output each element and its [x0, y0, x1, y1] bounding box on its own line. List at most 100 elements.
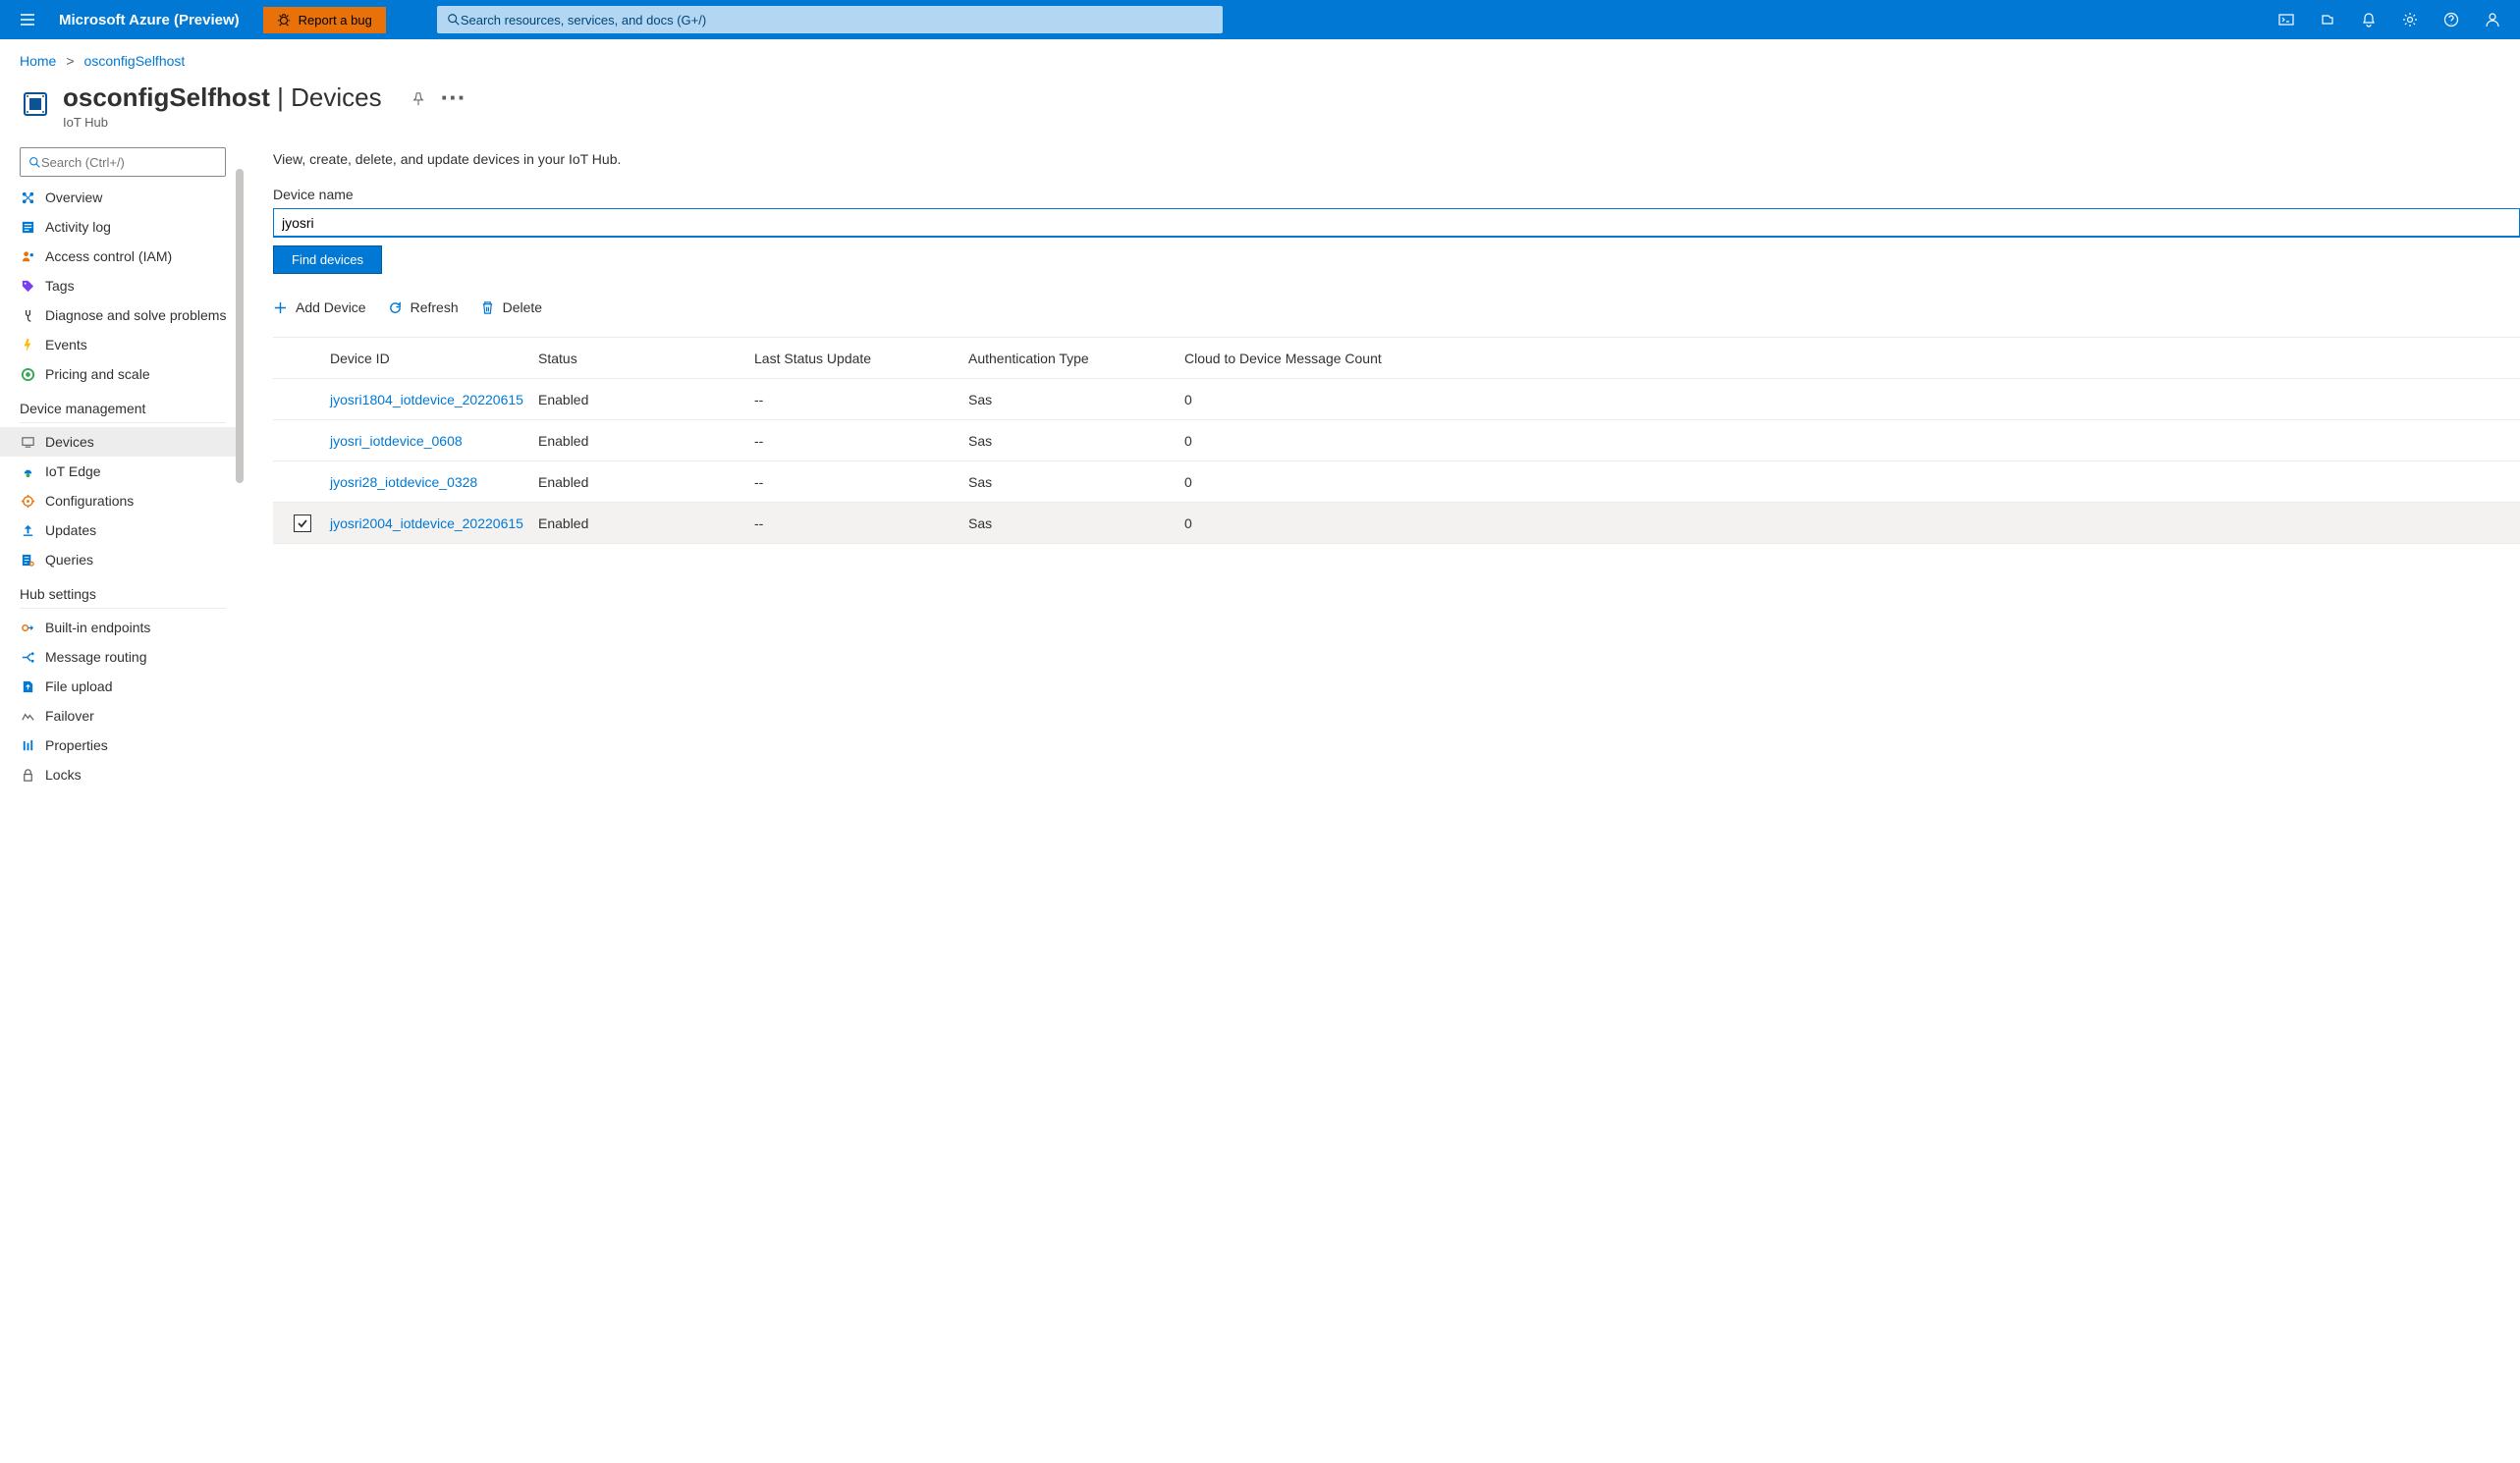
table-row[interactable]: jyosri_iotdevice_0608Enabled--Sas0: [273, 420, 2520, 461]
device-auth-type: Sas: [968, 392, 1184, 407]
sidebar-item-label: IoT Edge: [45, 463, 101, 479]
find-devices-button[interactable]: Find devices: [273, 245, 382, 274]
cloud-shell-icon[interactable]: [2267, 0, 2306, 39]
sidebar-item-pricing[interactable]: Pricing and scale: [20, 359, 244, 389]
col-header-id[interactable]: Device ID: [322, 351, 538, 366]
device-id-link[interactable]: jyosri_iotdevice_0608: [330, 433, 463, 449]
sidebar-item-iot-edge[interactable]: IoT Edge: [20, 457, 244, 486]
pin-icon[interactable]: [411, 82, 425, 113]
overview-icon: [20, 190, 35, 205]
configurations-icon: [20, 493, 35, 509]
endpoints-icon: [20, 620, 35, 635]
col-header-update[interactable]: Last Status Update: [754, 351, 968, 366]
add-device-button[interactable]: Add Device: [273, 299, 366, 315]
device-id-link[interactable]: jyosri2004_iotdevice_20220615: [330, 515, 523, 531]
global-search[interactable]: [437, 6, 1223, 33]
device-c2d-count: 0: [1184, 515, 2520, 531]
sidebar-item-label: Diagnose and solve problems: [45, 307, 226, 323]
queries-icon: [20, 552, 35, 568]
sidebar-item-configurations[interactable]: Configurations: [20, 486, 244, 515]
device-status: Enabled: [538, 474, 754, 490]
file-upload-icon: [20, 678, 35, 694]
sidebar-item-label: Failover: [45, 708, 94, 724]
sidebar-search-input[interactable]: [41, 155, 217, 170]
sidebar-search[interactable]: [20, 147, 226, 177]
breadcrumb-sep: >: [66, 53, 74, 69]
report-bug-label: Report a bug: [299, 13, 372, 27]
device-status: Enabled: [538, 392, 754, 407]
sidebar-item-events[interactable]: Events: [20, 330, 244, 359]
notifications-icon[interactable]: [2349, 0, 2388, 39]
tags-icon: [20, 278, 35, 294]
sidebar-item-tags[interactable]: Tags: [20, 271, 244, 300]
sidebar-item-locks[interactable]: Locks: [20, 760, 244, 789]
layout: « Overview Activity log Access control (…: [0, 137, 2520, 1463]
devices-icon: [20, 434, 35, 450]
refresh-button[interactable]: Refresh: [388, 299, 459, 315]
breadcrumb-resource[interactable]: osconfigSelfhost: [84, 53, 186, 69]
table-row[interactable]: jyosri1804_iotdevice_20220615Enabled--Sa…: [273, 379, 2520, 420]
bug-icon: [277, 13, 291, 27]
settings-icon[interactable]: [2390, 0, 2430, 39]
sidebar-item-failover[interactable]: Failover: [20, 701, 244, 731]
sidebar-item-devices[interactable]: Devices: [0, 427, 244, 457]
sidebar-item-label: Access control (IAM): [45, 248, 172, 264]
scrollbar[interactable]: [236, 169, 244, 483]
activity-log-icon: [20, 219, 35, 235]
hamburger-icon: [20, 12, 35, 27]
sidebar-item-diagnose[interactable]: Diagnose and solve problems: [20, 300, 244, 330]
page-header: osconfigSelfhost | Devices ··· IoT Hub: [0, 82, 2520, 137]
sidebar-item-label: Events: [45, 337, 87, 352]
sidebar-item-label: Activity log: [45, 219, 111, 235]
sidebar-item-label: Locks: [45, 767, 82, 783]
table-header: Device ID Status Last Status Update Auth…: [273, 338, 2520, 379]
title-resource: osconfigSelfhost: [63, 82, 270, 112]
more-icon[interactable]: ···: [441, 82, 466, 113]
brand-label[interactable]: Microsoft Azure (Preview): [59, 12, 251, 28]
col-header-auth[interactable]: Authentication Type: [968, 351, 1184, 366]
device-id-link[interactable]: jyosri28_iotdevice_0328: [330, 474, 477, 490]
device-id-link[interactable]: jyosri1804_iotdevice_20220615: [330, 392, 523, 407]
col-header-c2d[interactable]: Cloud to Device Message Count: [1184, 351, 2520, 366]
sidebar-item-message-routing[interactable]: Message routing: [20, 642, 244, 672]
hamburger-menu[interactable]: [8, 0, 47, 39]
top-bar-icons: [2267, 0, 2512, 39]
sidebar-item-label: File upload: [45, 678, 113, 694]
delete-button[interactable]: Delete: [480, 299, 542, 315]
device-last-update: --: [754, 474, 968, 490]
page-subtitle: IoT Hub: [63, 115, 466, 130]
breadcrumb-home[interactable]: Home: [20, 53, 56, 69]
table-row[interactable]: jyosri28_iotdevice_0328Enabled--Sas0: [273, 461, 2520, 503]
sidebar-item-label: Message routing: [45, 649, 147, 665]
sidebar-item-updates[interactable]: Updates: [20, 515, 244, 545]
device-c2d-count: 0: [1184, 433, 2520, 449]
col-header-status[interactable]: Status: [538, 351, 754, 366]
device-c2d-count: 0: [1184, 392, 2520, 407]
device-name-input[interactable]: [273, 208, 2520, 238]
add-device-label: Add Device: [296, 299, 366, 315]
sidebar-item-queries[interactable]: Queries: [20, 545, 244, 574]
iot-edge-icon: [20, 463, 35, 479]
page-title: osconfigSelfhost | Devices ···: [63, 82, 466, 113]
report-bug-button[interactable]: Report a bug: [263, 7, 386, 33]
refresh-icon: [388, 300, 403, 315]
events-icon: [20, 337, 35, 352]
sidebar-item-properties[interactable]: Properties: [20, 731, 244, 760]
sidebar-item-label: Configurations: [45, 493, 134, 509]
sidebar-item-access-control[interactable]: Access control (IAM): [20, 242, 244, 271]
device-auth-type: Sas: [968, 474, 1184, 490]
sidebar-item-overview[interactable]: Overview: [20, 183, 244, 212]
table-row[interactable]: jyosri2004_iotdevice_20220615Enabled--Sa…: [273, 503, 2520, 544]
row-checkbox[interactable]: [294, 515, 311, 532]
directories-icon[interactable]: [2308, 0, 2347, 39]
global-search-input[interactable]: [461, 13, 1213, 27]
sidebar-item-file-upload[interactable]: File upload: [20, 672, 244, 701]
sidebar-section-device-management: Device management: [20, 389, 226, 423]
top-bar: Microsoft Azure (Preview) Report a bug: [0, 0, 2520, 39]
sidebar-item-built-in-endpoints[interactable]: Built-in endpoints: [20, 613, 244, 642]
sidebar-item-label: Devices: [45, 434, 94, 450]
locks-icon: [20, 767, 35, 783]
sidebar-item-activity-log[interactable]: Activity log: [20, 212, 244, 242]
account-icon[interactable]: [2473, 0, 2512, 39]
help-icon[interactable]: [2432, 0, 2471, 39]
